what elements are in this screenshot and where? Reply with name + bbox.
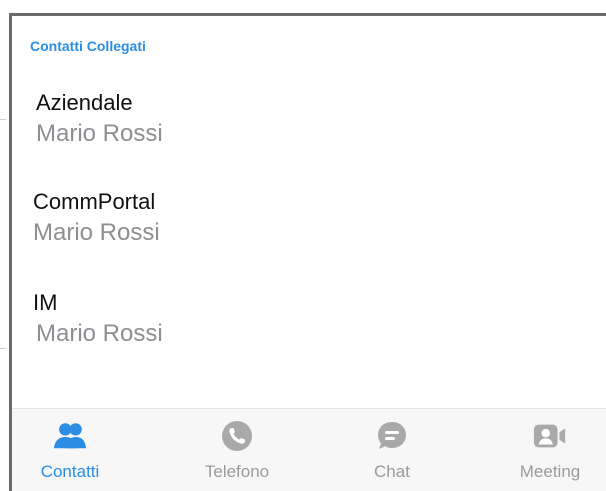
contact-name: Mario Rossi <box>36 320 163 347</box>
edge-divider <box>0 348 6 349</box>
contacts-icon <box>53 419 87 453</box>
tab-label: Chat <box>374 462 410 481</box>
chat-icon <box>375 419 409 453</box>
edge-divider <box>0 119 6 120</box>
meeting-icon <box>533 419 567 453</box>
tab-bar: Contatti Telefono Chat Meeting <box>12 408 606 491</box>
contact-name: Mario Rossi <box>33 219 160 246</box>
tab-chat[interactable]: Chat <box>332 409 452 491</box>
tab-label: Telefono <box>204 462 270 481</box>
tab-label: Contatti <box>40 462 100 481</box>
contact-source: IM <box>33 290 58 315</box>
tab-contatti[interactable]: Contatti <box>10 409 130 491</box>
contact-source: Aziendale <box>36 90 133 115</box>
tab-telefono[interactable]: Telefono <box>177 409 297 491</box>
phone-icon <box>220 419 254 453</box>
tab-meeting[interactable]: Meeting <box>490 409 606 491</box>
linked-contacts-panel: Contatti Collegati Aziendale Mario Rossi… <box>9 13 606 491</box>
tab-label: Meeting <box>519 462 581 481</box>
contact-source: CommPortal <box>33 189 156 214</box>
contact-name: Mario Rossi <box>36 120 163 147</box>
section-title: Contatti Collegati <box>30 38 146 54</box>
